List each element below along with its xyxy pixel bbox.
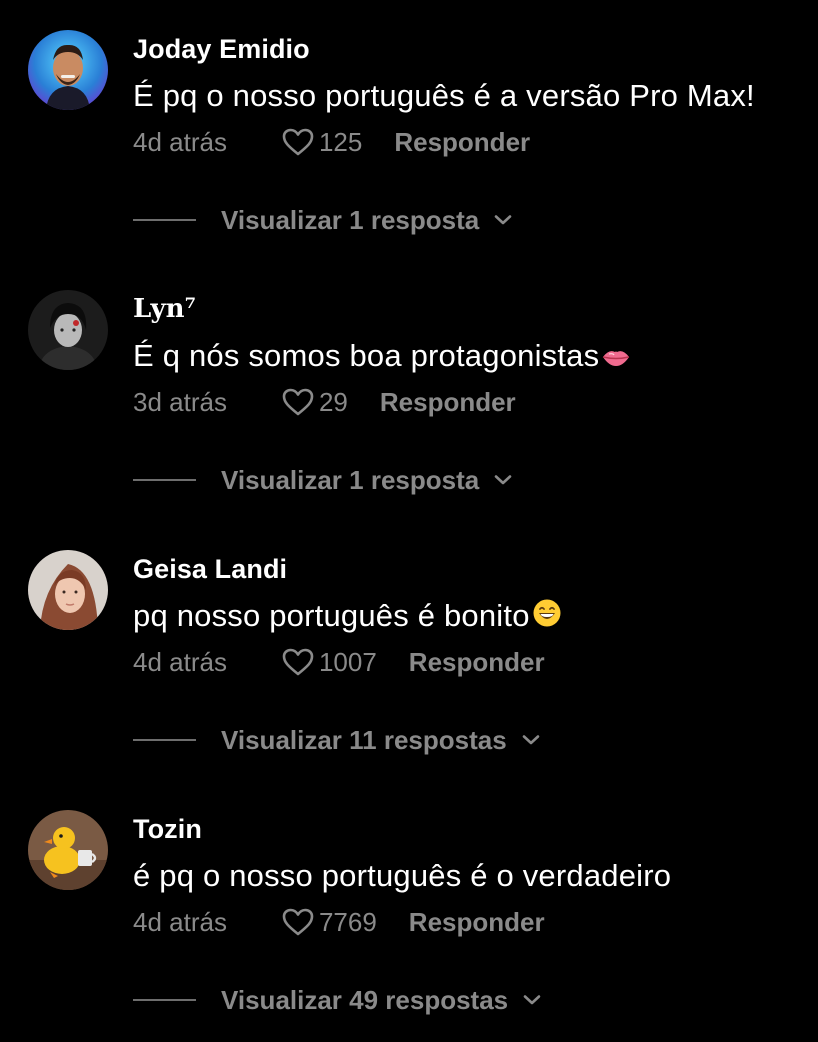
username[interactable]: Tozin	[133, 814, 202, 845]
thread-divider	[133, 739, 196, 741]
view-replies-label: Visualizar 11 respostas	[221, 724, 507, 755]
comment-text: É q nós somos boa protagonistas	[133, 338, 631, 376]
reply-button[interactable]: Responder	[409, 647, 545, 678]
chevron-down-icon	[494, 475, 512, 485]
view-replies-button[interactable]: Visualizar 1 resposta	[133, 460, 513, 500]
reply-button[interactable]: Responder	[380, 387, 516, 418]
heart-outline-icon	[282, 648, 314, 676]
like-count: 29	[318, 386, 348, 417]
comment-item: Tozin é pq o nosso português é o verdade…	[0, 780, 818, 1040]
avatar-image	[28, 290, 108, 370]
avatar[interactable]	[28, 30, 108, 110]
view-replies-label: Visualizar 1 resposta	[221, 204, 480, 235]
like-button[interactable]: 125	[281, 127, 362, 158]
comment-meta: 4d atrás 125 Responder	[133, 122, 530, 162]
avatar[interactable]	[28, 290, 108, 370]
username[interactable]: Lyn⁷	[133, 294, 196, 324]
avatar[interactable]	[28, 550, 108, 630]
comment-item: Joday Emidio É pq o nosso português é a …	[0, 0, 818, 260]
comment-item: Geisa Landi pq nosso português é bonito …	[0, 520, 818, 780]
view-replies-button[interactable]: Visualizar 1 resposta	[133, 200, 513, 240]
like-button[interactable]: 29	[281, 387, 348, 418]
heart-outline-icon	[282, 908, 314, 936]
reply-button[interactable]: Responder	[394, 127, 530, 158]
comment-text: pq nosso português é bonito	[133, 598, 562, 636]
heart-outline-icon	[282, 388, 314, 416]
thread-divider	[133, 479, 196, 481]
chevron-down-icon	[494, 215, 512, 225]
like-button[interactable]: 7769	[281, 907, 377, 938]
comment-meta: 3d atrás 29 Responder	[133, 382, 516, 422]
comment-time: 4d atrás	[133, 646, 227, 677]
avatar[interactable]	[28, 810, 108, 890]
like-button[interactable]: 1007	[281, 647, 377, 678]
chevron-down-icon	[522, 735, 540, 745]
lips-emoji	[601, 340, 631, 376]
avatar-image	[28, 810, 108, 890]
comment-item: Lyn⁷ É q nós somos boa protagonistas 3d …	[0, 260, 818, 520]
thread-divider	[133, 999, 196, 1001]
chevron-down-icon	[523, 995, 541, 1005]
like-count: 1007	[318, 646, 377, 677]
comment-time: 4d atrás	[133, 906, 227, 937]
view-replies-button[interactable]: Visualizar 49 respostas	[133, 980, 542, 1020]
view-replies-label: Visualizar 49 respostas	[221, 984, 509, 1015]
comment-time: 4d atrás	[133, 126, 227, 157]
comment-time: 3d atrás	[133, 386, 227, 417]
grinning-face-emoji	[532, 598, 562, 636]
heart-outline-icon	[282, 128, 314, 156]
comment-text: é pq o nosso português é o verdadeiro	[133, 858, 672, 893]
username[interactable]: Joday Emidio	[133, 34, 310, 65]
view-replies-label: Visualizar 1 resposta	[221, 464, 480, 495]
like-count: 125	[318, 126, 363, 157]
reply-button[interactable]: Responder	[409, 907, 545, 938]
comment-text: É pq o nosso português é a versão Pro Ma…	[133, 78, 755, 113]
view-replies-button[interactable]: Visualizar 11 respostas	[133, 720, 541, 760]
like-count: 7769	[318, 906, 377, 937]
username[interactable]: Geisa Landi	[133, 554, 287, 585]
avatar-image	[28, 550, 108, 630]
comment-meta: 4d atrás 7769 Responder	[133, 902, 545, 942]
comment-meta: 4d atrás 1007 Responder	[133, 642, 545, 682]
avatar-image	[28, 30, 108, 110]
thread-divider	[133, 219, 196, 221]
